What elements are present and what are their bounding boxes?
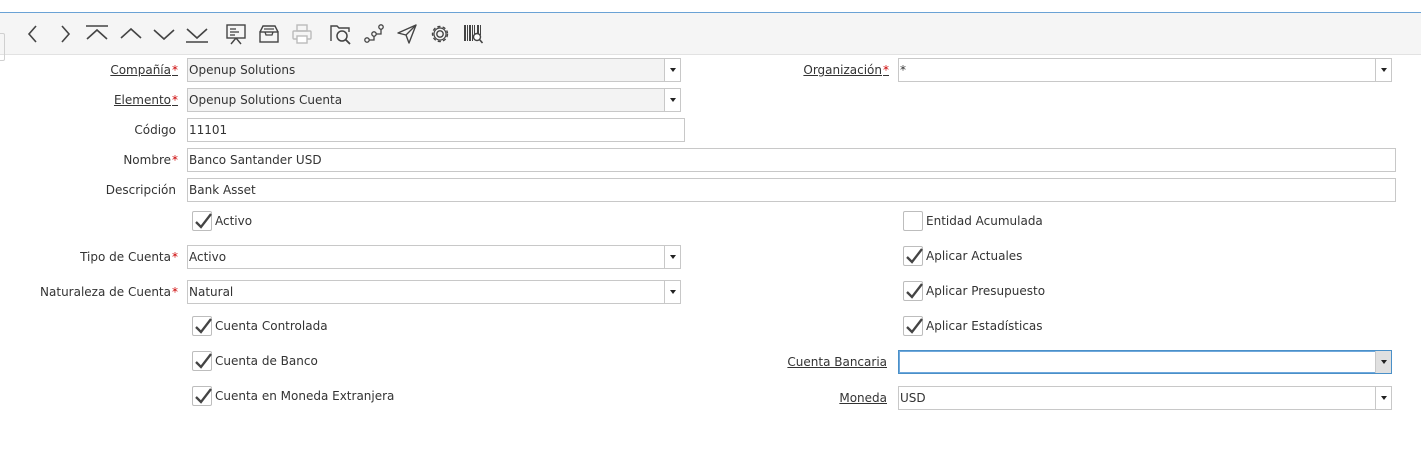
- check-icon: [195, 388, 212, 404]
- naturaleza-select[interactable]: Natural: [187, 280, 681, 304]
- descripcion-label: Descripción: [105, 183, 176, 197]
- cuenta-controlada-label: Cuenta Controlada: [215, 319, 328, 333]
- aplicar-actuales-label: Aplicar Actuales: [926, 249, 1023, 263]
- codigo-label: Código: [134, 123, 176, 137]
- last-record-icon[interactable]: [184, 21, 210, 47]
- check-icon: [906, 318, 923, 334]
- nombre-input[interactable]: Banco Santander USD: [187, 148, 1396, 172]
- descripcion-label-wrap: Descripción: [0, 183, 176, 199]
- moneda-extranjera-checkbox[interactable]: [192, 386, 212, 406]
- chevron-down-icon[interactable]: [664, 281, 680, 303]
- elemento-label[interactable]: Elemento*: [114, 93, 178, 107]
- aplicar-actuales-checkbox[interactable]: [903, 246, 923, 266]
- organizacion-label[interactable]: Organización*: [803, 63, 889, 77]
- previous-icon[interactable]: [20, 21, 46, 47]
- naturaleza-label-wrap: Naturaleza de Cuenta*: [0, 285, 178, 301]
- check-icon: [195, 353, 212, 369]
- nombre-label: Nombre*: [123, 153, 178, 167]
- compania-select[interactable]: Openup Solutions: [187, 58, 681, 82]
- check-icon: [906, 283, 923, 299]
- aplicar-estadisticas-label: Aplicar Estadísticas: [926, 319, 1043, 333]
- moneda-extranjera-label: Cuenta en Moneda Extranjera: [215, 389, 395, 403]
- cuenta-bancaria-label[interactable]: Cuenta Bancaria: [787, 355, 887, 369]
- next-icon[interactable]: [52, 21, 78, 47]
- tipo-cuenta-select[interactable]: Activo: [187, 245, 681, 269]
- workflow-icon[interactable]: [361, 21, 387, 47]
- first-record-icon[interactable]: [84, 21, 110, 47]
- compania-label[interactable]: Compañía*: [110, 63, 178, 77]
- toolbar-edge-stub: [0, 33, 5, 61]
- cuenta-banco-checkbox[interactable]: [192, 351, 212, 371]
- send-icon[interactable]: [394, 21, 420, 47]
- organizacion-label-wrap: Organización*: [700, 63, 889, 79]
- tipo-cuenta-label-wrap: Tipo de Cuenta*: [0, 250, 178, 266]
- chevron-down-icon[interactable]: [664, 89, 680, 111]
- nombre-label-wrap: Nombre*: [0, 153, 178, 169]
- chevron-down-icon[interactable]: [1375, 387, 1391, 409]
- moneda-label[interactable]: Moneda: [839, 391, 887, 405]
- organizacion-select[interactable]: *: [898, 58, 1392, 82]
- window-top-bar: [0, 0, 1421, 13]
- toolbar: [0, 13, 1421, 61]
- aplicar-presupuesto-label: Aplicar Presupuesto: [926, 284, 1046, 298]
- barcode-search-icon[interactable]: [460, 21, 486, 47]
- activo-label: Activo: [215, 214, 253, 228]
- cuenta-controlada-checkbox[interactable]: [192, 316, 212, 336]
- naturaleza-label: Naturaleza de Cuenta*: [40, 285, 178, 299]
- check-icon: [906, 248, 923, 264]
- aplicar-presupuesto-checkbox[interactable]: [903, 281, 923, 301]
- moneda-label-wrap: Moneda: [700, 391, 887, 407]
- elemento-label-wrap: Elemento*: [0, 93, 178, 109]
- chevron-down-icon[interactable]: [1375, 351, 1391, 373]
- cuenta-bancaria-select[interactable]: [898, 350, 1392, 374]
- codigo-input[interactable]: 11101: [187, 118, 685, 142]
- activo-checkbox[interactable]: [192, 211, 212, 231]
- compania-label-wrap: Compañía*: [0, 63, 178, 79]
- codigo-label-wrap: Código: [0, 123, 176, 139]
- zoom-across-icon[interactable]: [328, 21, 354, 47]
- aplicar-estadisticas-checkbox[interactable]: [903, 316, 923, 336]
- entidad-acumulada-label: Entidad Acumulada: [926, 214, 1043, 228]
- print-icon: [289, 21, 315, 47]
- cuenta-banco-label: Cuenta de Banco: [215, 354, 318, 368]
- down-icon[interactable]: [151, 21, 177, 47]
- chevron-down-icon[interactable]: [664, 59, 680, 81]
- chevron-down-icon[interactable]: [664, 246, 680, 268]
- cuenta-bancaria-label-wrap: Cuenta Bancaria: [700, 355, 887, 371]
- up-icon[interactable]: [118, 21, 144, 47]
- entidad-acumulada-checkbox[interactable]: [903, 211, 923, 231]
- tipo-cuenta-label: Tipo de Cuenta*: [80, 250, 178, 264]
- moneda-select[interactable]: USD: [898, 386, 1392, 410]
- descripcion-input[interactable]: Bank Asset: [187, 178, 1396, 202]
- check-icon: [195, 318, 212, 334]
- settings-icon[interactable]: [427, 21, 453, 47]
- check-icon: [195, 213, 212, 229]
- chevron-down-icon[interactable]: [1375, 59, 1391, 81]
- report-icon[interactable]: [223, 21, 249, 47]
- elemento-select[interactable]: Openup Solutions Cuenta: [187, 88, 681, 112]
- archive-icon[interactable]: [256, 21, 282, 47]
